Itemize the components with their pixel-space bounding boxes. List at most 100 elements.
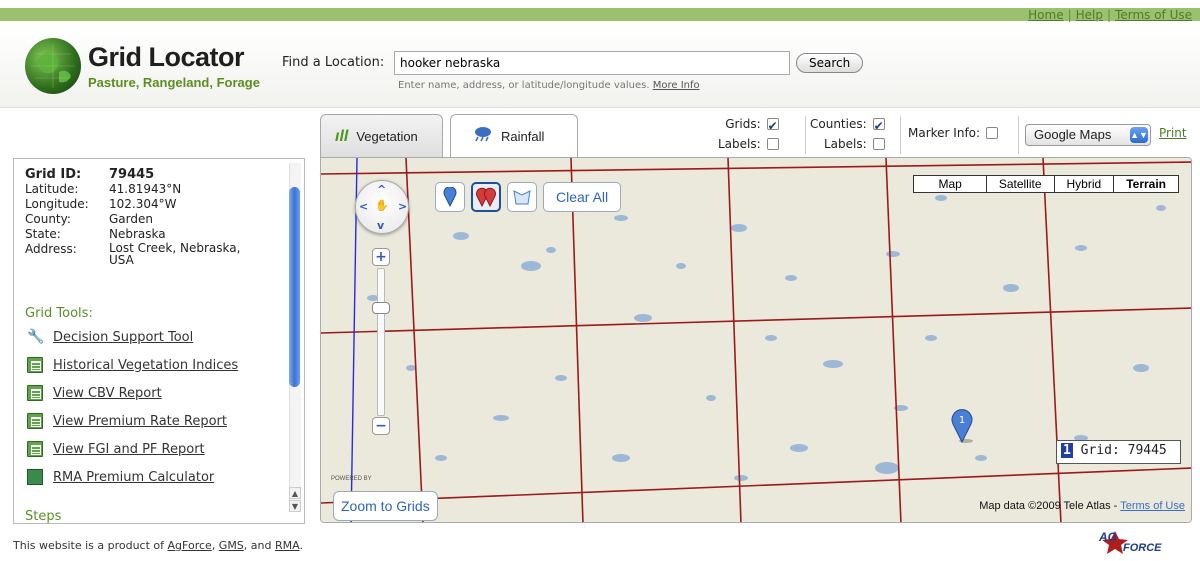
map-type-terrain[interactable]: Terrain: [1113, 176, 1178, 192]
tab-vegetation[interactable]: ıll Vegetation: [320, 114, 443, 158]
tool-rma-calculator[interactable]: RMA Premium Calculator: [27, 469, 214, 485]
grid-labels-label: Labels:: [718, 137, 761, 151]
svg-text:FORCE: FORCE: [1123, 542, 1162, 554]
pan-up-icon[interactable]: ^: [377, 183, 386, 196]
zoom-slider[interactable]: [377, 268, 385, 416]
pan-right-icon[interactable]: >: [398, 200, 407, 213]
tab-rainfall[interactable]: Rainfall: [450, 114, 578, 158]
top-links: Home | Help | Terms of Use: [1028, 8, 1192, 22]
pan-left-icon[interactable]: <: [359, 200, 368, 213]
tool-decision-support[interactable]: 🔧 Decision Support Tool: [27, 329, 193, 345]
zoom-to-grids-button[interactable]: Zoom to Grids: [333, 491, 438, 521]
find-location-label: Find a Location:: [282, 55, 385, 70]
rma-link[interactable]: RMA: [275, 539, 299, 552]
scroll-up-icon[interactable]: ▲: [289, 487, 301, 499]
grid-label-box[interactable]: 1 Grid: 79445: [1056, 440, 1181, 464]
county-labels-option: Labels:: [810, 134, 885, 154]
map-type-satellite[interactable]: Satellite: [985, 176, 1054, 192]
pan-down-icon[interactable]: v: [377, 219, 384, 232]
footer-period: .: [299, 539, 303, 552]
grids-checkbox[interactable]: [766, 116, 779, 136]
latitude-value: 41.81943°N: [109, 182, 182, 196]
counties-label: Counties:: [810, 117, 867, 131]
grid-labels-checkbox[interactable]: [766, 138, 779, 150]
grid-id-value: 79445: [109, 167, 155, 182]
map-view[interactable]: ^ < > v ✋ + − Clear All Map Satellite Hy…: [320, 157, 1192, 523]
multi-marker-icon: [476, 187, 496, 207]
site-header: Grid Locator Pasture, Rangeland, Forage …: [0, 28, 1200, 108]
search-hint-text: Enter name, address, or latitude/longitu…: [398, 80, 650, 91]
tool-link[interactable]: View Premium Rate Report: [53, 414, 227, 429]
grid-info-panel: Grid ID: 79445 Latitude: 41.81943°N Longit…: [13, 158, 305, 524]
counties-checkbox[interactable]: [872, 116, 885, 136]
tool-cbv-report[interactable]: View CBV Report: [27, 385, 162, 401]
marker-info-checkbox[interactable]: [986, 127, 999, 139]
counties-option: Counties:: [810, 114, 885, 136]
zoom-in-button[interactable]: +: [372, 248, 390, 266]
select-arrows-icon: ▲▼: [1130, 127, 1148, 143]
tool-link[interactable]: View FGI and PF Report: [53, 442, 205, 457]
grid-options: Grids: Labels:: [718, 114, 779, 154]
options-divider: [900, 116, 901, 154]
zoom-out-button[interactable]: −: [372, 417, 390, 435]
tool-fgi-pf-report[interactable]: View FGI and PF Report: [27, 441, 205, 457]
brand-title[interactable]: Grid Locator: [88, 42, 245, 73]
county-labels-label: Labels:: [823, 137, 867, 151]
grids-label: Grids:: [725, 117, 761, 131]
map-type-map[interactable]: Map: [914, 176, 985, 192]
grid-details: Grid ID: 79445 Latitude: 41.81943°N Longit…: [25, 167, 269, 266]
map-provider-value: Google Maps: [1034, 127, 1112, 142]
state-row: State: Nebraska: [25, 227, 269, 242]
powered-by-google: POWERED BY: [331, 476, 372, 482]
grid-tools-heading: Grid Tools:: [25, 306, 93, 321]
county-labels-checkbox[interactable]: [872, 138, 885, 150]
zoom-slider-handle[interactable]: [372, 302, 390, 314]
gms-link[interactable]: GMS: [219, 539, 244, 552]
print-link[interactable]: Print: [1159, 126, 1187, 140]
draw-polygon-button[interactable]: [507, 182, 537, 212]
map-tools: Clear All: [435, 182, 622, 212]
spreadsheet-icon: [27, 413, 43, 429]
map-terms-link[interactable]: Terms of Use: [1120, 500, 1185, 512]
terrain-map[interactable]: [321, 158, 1192, 523]
options-divider: [1018, 116, 1019, 154]
map-provider-select[interactable]: Google Maps ▲▼: [1025, 124, 1151, 146]
scroll-down-icon[interactable]: ▼: [289, 500, 301, 512]
agforce-link[interactable]: AgForce: [168, 539, 212, 552]
globe-logo-icon[interactable]: [25, 38, 81, 94]
multi-marker-button[interactable]: [471, 182, 501, 212]
grid-label-text: Grid: 79445: [1080, 443, 1167, 458]
tool-link[interactable]: Decision Support Tool: [53, 330, 193, 345]
map-type-control: Map Satellite Hybrid Terrain: [913, 175, 1179, 193]
more-info-link[interactable]: More Info: [653, 80, 700, 91]
spreadsheet-icon: [27, 357, 43, 373]
location-marker[interactable]: 1: [949, 408, 975, 447]
tool-link[interactable]: RMA Premium Calculator: [53, 470, 214, 485]
terms-link[interactable]: Terms of Use: [1115, 8, 1192, 22]
pan-control[interactable]: ^ < > v ✋: [355, 180, 409, 234]
county-options: Counties: Labels:: [810, 114, 885, 154]
attribution-text: Map data ©2009 Tele Atlas -: [979, 500, 1118, 512]
sidebar-scroll-thumb[interactable]: [289, 187, 300, 387]
help-link[interactable]: Help: [1076, 8, 1103, 22]
place-marker-button[interactable]: [435, 182, 465, 212]
calculator-icon: [27, 469, 43, 485]
longitude-value: 102.304°W: [109, 197, 177, 211]
map-type-hybrid[interactable]: Hybrid: [1053, 176, 1114, 192]
tool-link[interactable]: Historical Vegetation Indices: [53, 358, 238, 373]
clear-all-button[interactable]: Clear All: [543, 182, 622, 212]
tool-premium-rate-report[interactable]: View Premium Rate Report: [27, 413, 227, 429]
tool-link[interactable]: View CBV Report: [53, 386, 162, 401]
footer-comma: ,: [211, 539, 216, 552]
grids-option: Grids:: [718, 114, 779, 136]
agforce-logo[interactable]: AG FORCE: [1093, 529, 1185, 558]
search-button[interactable]: Search: [796, 53, 864, 73]
header-strip: [0, 8, 1200, 21]
grid-label-number: 1: [1061, 443, 1073, 458]
tool-historical-vegetation[interactable]: Historical Vegetation Indices: [27, 357, 238, 373]
county-label: County:: [25, 212, 71, 226]
home-link[interactable]: Home: [1028, 8, 1063, 22]
grid-id-row: Grid ID: 79445: [25, 167, 269, 182]
location-search-input[interactable]: [394, 51, 790, 75]
longitude-row: Longitude: 102.304°W: [25, 197, 269, 212]
